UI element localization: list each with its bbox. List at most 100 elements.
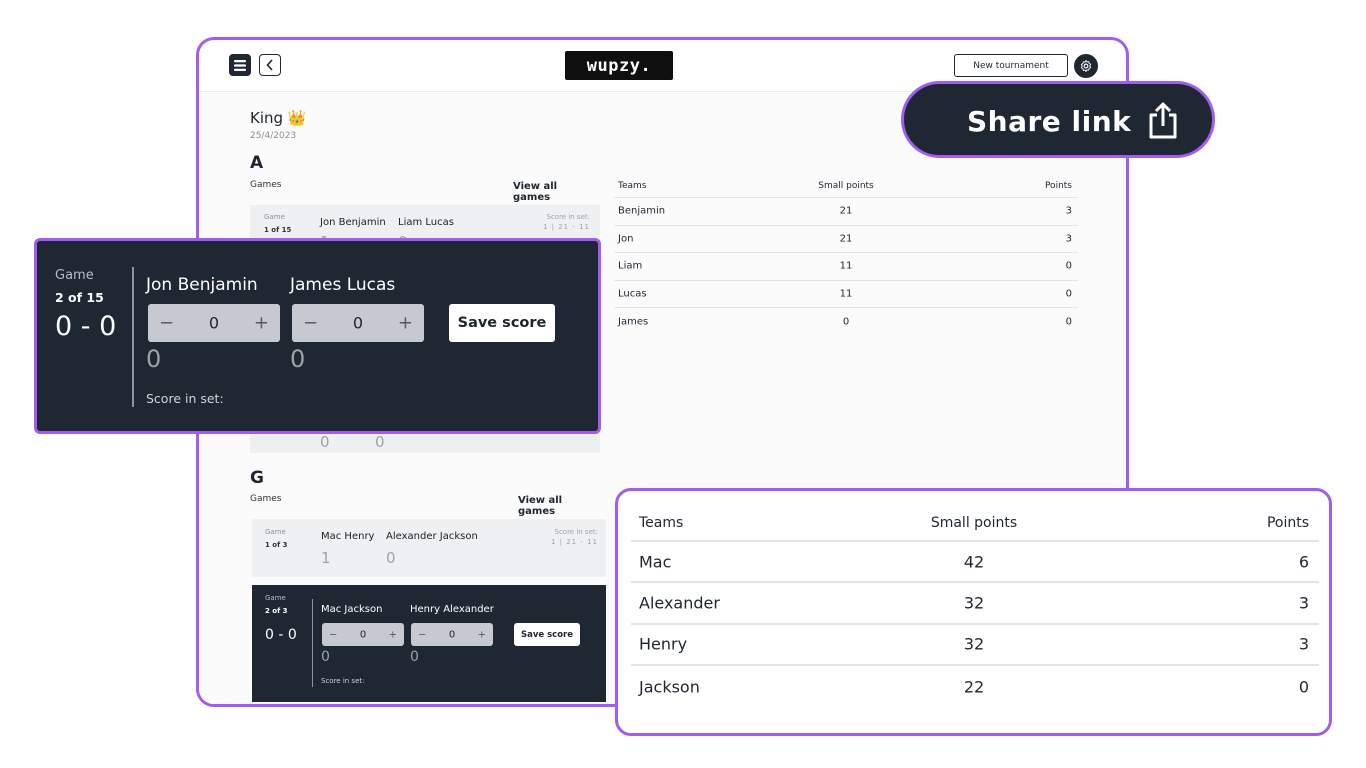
points-cell: 0: [1065, 260, 1072, 272]
menu-button[interactable]: [229, 54, 251, 76]
game-number: 2 of 3: [265, 607, 288, 615]
small-points-cell: 32: [963, 634, 985, 654]
plus-icon[interactable]: +: [389, 629, 397, 640]
points-cell: 3: [1065, 205, 1072, 217]
points-cell: 3: [1298, 593, 1309, 613]
table-row: Mac 42 6: [631, 542, 1319, 584]
set-score-value: 1 | 21 - 11: [550, 538, 598, 546]
small-points-cell: 11: [839, 288, 853, 300]
header-points: Points: [1266, 515, 1309, 531]
tournament-date: 25/4/2023: [250, 131, 297, 141]
team-two-score-stepper[interactable]: − 0 +: [292, 304, 424, 342]
back-button[interactable]: [259, 54, 281, 76]
game-number: 2 of 15: [55, 290, 104, 305]
small-points-cell: 21: [839, 233, 853, 245]
group-a-games-label: Games: [250, 180, 282, 190]
group-g-active-game-card: Game 2 of 3 0 - 0 Mac Jackson Henry Alex…: [252, 585, 606, 702]
team-cell: Mac: [639, 552, 672, 572]
team-cell: Jon: [618, 233, 634, 245]
table-row: Liam 11 0: [614, 253, 1078, 281]
tournament-title: King 👑: [250, 109, 307, 127]
group-a-title: A: [250, 153, 264, 173]
minus-icon[interactable]: −: [418, 629, 426, 640]
team-cell: Benjamin: [618, 205, 666, 217]
game-label: Game: [265, 594, 286, 602]
table-row: Jackson 22 0: [631, 666, 1319, 707]
points-cell: 0: [1065, 288, 1072, 300]
group-g-games-label: Games: [250, 494, 282, 504]
minus-icon[interactable]: −: [329, 629, 337, 640]
team-cell: James: [618, 316, 649, 328]
header-small-points: Small points: [818, 181, 874, 191]
points-cell: 0: [1298, 677, 1309, 697]
set-score-two: 0: [410, 649, 419, 665]
new-tournament-button[interactable]: New tournament: [954, 54, 1068, 77]
app-logo[interactable]: wupzy.: [565, 51, 673, 80]
set-score-one: 0: [321, 649, 330, 665]
set-score-label: Score in set:: [554, 528, 599, 536]
plus-icon[interactable]: +: [478, 629, 486, 640]
team-one-score: 1: [321, 549, 331, 567]
team-two-name: James Lucas: [290, 275, 396, 295]
table-row: Jon 21 3: [614, 226, 1078, 253]
hamburger-icon: [234, 59, 246, 71]
share-icon: [1149, 102, 1177, 139]
team-cell: Lucas: [618, 288, 647, 300]
group-g-game-card[interactable]: Game 1 of 3 Mac Henry Alexander Jackson …: [252, 519, 606, 577]
game-number: 1 of 15: [264, 226, 292, 234]
game-score: 0 - 0: [265, 627, 297, 643]
minus-icon[interactable]: −: [303, 313, 318, 334]
game-label: Game: [55, 268, 94, 283]
small-points-cell: 42: [963, 552, 985, 572]
chevron-left-icon: [266, 59, 273, 71]
save-score-button[interactable]: Save score: [514, 623, 580, 646]
team-two-name: Liam Lucas: [398, 217, 454, 228]
hidden-score-one: 0: [320, 433, 330, 451]
game-number: 1 of 3: [265, 541, 288, 549]
team-one-name: Mac Henry: [321, 531, 375, 542]
set-score-label: Score in set:: [546, 213, 591, 221]
team-two-name: Henry Alexander: [410, 604, 494, 615]
share-link-button[interactable]: Share link: [901, 81, 1215, 158]
stepper-value: 0: [448, 629, 456, 640]
team-cell: Alexander: [639, 593, 720, 613]
set-score-label: Score in set:: [146, 391, 224, 406]
header-teams: Teams: [639, 515, 684, 531]
game-label: Game: [264, 213, 285, 221]
team-two-name: Alexander Jackson: [386, 531, 478, 542]
small-points-cell: 21: [839, 205, 853, 217]
small-points-cell: 22: [963, 677, 985, 697]
table-row: Lucas 11 0: [614, 281, 1078, 308]
header-points: Points: [1044, 181, 1072, 191]
header-teams: Teams: [618, 181, 647, 191]
points-cell: 0: [1065, 316, 1072, 328]
points-cell: 3: [1298, 634, 1309, 654]
group-g-standings-table: Teams Small points Points Mac 42 6 Alexa…: [615, 488, 1332, 736]
team-two-score: 0: [386, 549, 396, 567]
small-points-cell: 0: [842, 316, 850, 328]
table-header-row: Teams Small points Points: [614, 175, 1078, 198]
share-link-label: Share link: [967, 105, 1132, 138]
plus-icon[interactable]: +: [254, 313, 269, 334]
gear-icon: [1080, 59, 1092, 73]
team-one-score-stepper[interactable]: − 0 +: [322, 623, 404, 646]
small-points-cell: 11: [839, 260, 853, 272]
game-label: Game: [265, 528, 286, 536]
team-one-score-stepper[interactable]: − 0 +: [148, 304, 280, 342]
active-game-card-zoomed: Game 2 of 15 0 - 0 Jon Benjamin James Lu…: [34, 238, 601, 434]
set-score-label: Score in set:: [321, 677, 365, 685]
plus-icon[interactable]: +: [398, 313, 413, 334]
team-one-name: Jon Benjamin: [146, 275, 258, 295]
set-score-two: 0: [290, 345, 306, 373]
team-two-score-stepper[interactable]: − 0 +: [411, 623, 493, 646]
group-g-title: G: [250, 468, 264, 488]
table-row: Benjamin 21 3: [614, 198, 1078, 226]
minus-icon[interactable]: −: [159, 313, 174, 334]
divider: [312, 599, 313, 687]
stepper-value: 0: [352, 313, 364, 333]
divider: [132, 267, 134, 407]
save-score-button[interactable]: Save score: [449, 304, 555, 342]
table-row: Alexander 32 3: [631, 583, 1319, 625]
set-score-value: 1 | 21 - 11: [542, 223, 590, 231]
settings-button[interactable]: [1074, 54, 1098, 78]
